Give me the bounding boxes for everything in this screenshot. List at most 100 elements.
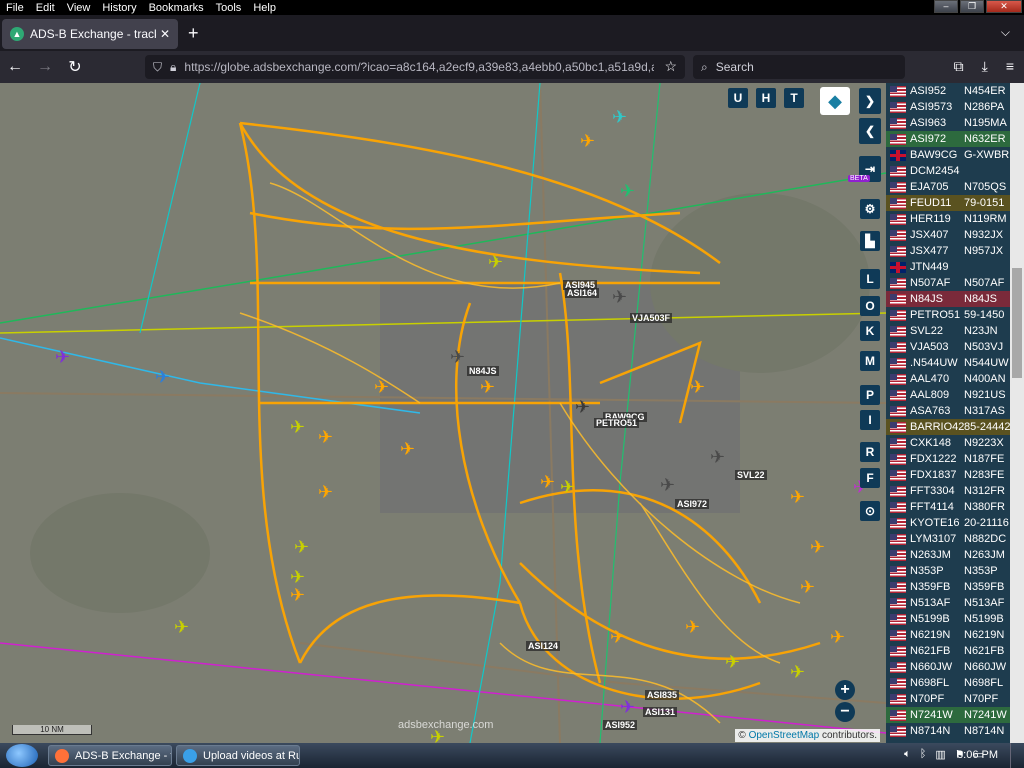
aircraft-row[interactable]: N6219N N6219N xyxy=(886,627,1010,643)
aircraft-row[interactable]: PETRO51 59-1450 xyxy=(886,307,1010,323)
map-button-l[interactable]: L xyxy=(860,269,880,289)
map-button-i[interactable]: I xyxy=(860,410,880,430)
aircraft-row[interactable]: N698FL N698FL xyxy=(886,675,1010,691)
flight-label[interactable]: SVL22 xyxy=(735,470,767,480)
scrollbar-thumb[interactable] xyxy=(1012,268,1022,378)
reload-icon[interactable]: ↻ xyxy=(60,57,90,77)
aircraft-row[interactable]: VJA503 N503VJ xyxy=(886,339,1010,355)
zoom-out-button[interactable]: − xyxy=(835,702,855,722)
aircraft-row[interactable]: N7241W N7241W xyxy=(886,707,1010,723)
downloads-icon[interactable]: ⤓ xyxy=(982,58,988,75)
aircraft-row[interactable]: FEUD11 79-0151 xyxy=(886,195,1010,211)
flight-label[interactable]: ASI164 xyxy=(565,288,600,298)
aircraft-row[interactable]: SVL22 N23JN xyxy=(886,323,1010,339)
forward-icon[interactable]: → xyxy=(30,58,60,76)
browser-tab-active[interactable]: ▲ ADS-B Exchange - track aircraft ✕ xyxy=(2,19,178,49)
expand-sidebar-button[interactable]: ❮ xyxy=(859,118,881,144)
map-button-p[interactable]: P xyxy=(860,385,880,405)
close-button[interactable]: ✕ xyxy=(986,0,1022,13)
aircraft-row[interactable]: FFT3304 N312FR xyxy=(886,483,1010,499)
map-button-t[interactable]: T xyxy=(784,88,804,108)
aircraft-row[interactable]: JSX477 N957JX xyxy=(886,243,1010,259)
aircraft-row[interactable]: N507AF N507AF xyxy=(886,275,1010,291)
bluetooth-icon[interactable]: ᛒ xyxy=(920,748,927,761)
aircraft-row[interactable]: EJA705 N705QS xyxy=(886,179,1010,195)
aircraft-row[interactable]: N263JM N263JM xyxy=(886,547,1010,563)
stats-chart-icon[interactable]: ▙ xyxy=(860,231,880,251)
aircraft-row[interactable]: AAL470 N400AN xyxy=(886,371,1010,387)
url-text[interactable]: https://globe.adsbexchange.com/?icao=a8c… xyxy=(184,60,654,74)
aircraft-row[interactable]: N660JW N660JW xyxy=(886,659,1010,675)
map-button-o[interactable]: O xyxy=(860,296,880,316)
flight-label[interactable]: ASI124 xyxy=(526,641,561,651)
flight-label[interactable]: ASI972 xyxy=(675,499,710,509)
aircraft-row[interactable]: ASI963 N195MA xyxy=(886,115,1010,131)
map-button-h[interactable]: H xyxy=(756,88,776,108)
menu-edit[interactable]: Edit xyxy=(30,2,61,14)
aircraft-row[interactable]: .N544UW N544UW xyxy=(886,355,1010,371)
flight-label[interactable]: VJA503F xyxy=(630,313,673,323)
flight-label[interactable]: ASI952 xyxy=(603,720,638,730)
collapse-sidebar-button[interactable]: ❯ xyxy=(859,88,881,114)
map-view[interactable]: ✈ ✈ ✈ ✈ ✈ ✈ ✈ ✈ ✈ ✈ ✈ ✈ ✈ ✈ ✈ ✈ ✈ ✈ ✈ ✈ … xyxy=(0,83,886,743)
menu-bookmarks[interactable]: Bookmarks xyxy=(143,2,210,14)
clock[interactable]: 8:06 PM xyxy=(957,749,998,761)
aircraft-row[interactable]: LYM3107 N882DC xyxy=(886,531,1010,547)
taskbar-item-firefox[interactable]: ADS-B Exchange - tr... xyxy=(48,745,172,766)
aircraft-row[interactable]: FDX1222 N187FE xyxy=(886,451,1010,467)
new-tab-icon[interactable]: + xyxy=(188,23,199,44)
start-button[interactable] xyxy=(6,744,38,767)
layers-icon[interactable]: ◆ xyxy=(820,87,850,115)
minimize-button[interactable]: – xyxy=(934,0,958,13)
menu-history[interactable]: History xyxy=(96,2,142,14)
menu-tools[interactable]: Tools xyxy=(210,2,248,14)
aircraft-row[interactable]: ASI9573 N286PA xyxy=(886,99,1010,115)
list-all-tabs-icon[interactable]: ⌵ xyxy=(1001,25,1010,40)
flight-label[interactable]: N84JS xyxy=(467,366,499,376)
flight-label[interactable]: PETRO51 xyxy=(594,418,640,428)
aircraft-row[interactable]: DCM2454 xyxy=(886,163,1010,179)
aircraft-row[interactable]: BARRIO42 85-24442 xyxy=(886,419,1010,435)
aircraft-row[interactable]: JSX407 N932JX xyxy=(886,227,1010,243)
map-canvas[interactable]: ✈ ✈ ✈ ✈ ✈ ✈ ✈ ✈ ✈ ✈ ✈ ✈ ✈ ✈ ✈ ✈ ✈ ✈ ✈ ✈ … xyxy=(0,83,886,743)
map-button-k[interactable]: K xyxy=(860,321,880,341)
bookmark-star-icon[interactable]: ☆ xyxy=(664,58,677,75)
aircraft-row[interactable]: FDX1837 N283FE xyxy=(886,467,1010,483)
aircraft-row[interactable]: KYOTE16 20-21116 xyxy=(886,515,1010,531)
aircraft-row[interactable]: N621FB N621FB xyxy=(886,643,1010,659)
aircraft-row[interactable]: JTN449 xyxy=(886,259,1010,275)
restore-button[interactable]: ❐ xyxy=(960,0,984,13)
aircraft-row[interactable]: N5199B N5199B xyxy=(886,611,1010,627)
aircraft-row[interactable]: HER119 N119RM xyxy=(886,211,1010,227)
scrollbar[interactable] xyxy=(1010,83,1024,743)
aircraft-row[interactable]: AAL809 N921US xyxy=(886,387,1010,403)
menu-view[interactable]: View xyxy=(61,2,97,14)
menu-help[interactable]: Help xyxy=(247,2,282,14)
show-desktop-button[interactable] xyxy=(1010,743,1024,768)
hamburger-menu-icon[interactable]: ≡ xyxy=(1006,58,1014,75)
aircraft-row[interactable]: BAW9CG G-XWBR xyxy=(886,147,1010,163)
aircraft-row[interactable]: N8714N N8714N xyxy=(886,723,1010,739)
map-button-u[interactable]: U xyxy=(728,88,748,108)
map-button-f[interactable]: F xyxy=(860,468,880,488)
settings-gear-icon[interactable]: ⚙ xyxy=(860,199,880,219)
lock-icon[interactable]: 🔒︎ xyxy=(170,60,176,75)
aircraft-row[interactable]: FFT4114 N380FR xyxy=(886,499,1010,515)
aircraft-row[interactable]: CXK148 N9223X xyxy=(886,435,1010,451)
back-icon[interactable]: ← xyxy=(0,58,30,76)
aircraft-row[interactable]: N359FB N359FB xyxy=(886,579,1010,595)
tracking-protection-icon[interactable]: ⛉ xyxy=(153,60,162,75)
map-button-r[interactable]: R xyxy=(860,442,880,462)
taskbar-item-browser[interactable]: Upload videos at Ru... xyxy=(176,745,300,766)
network-icon[interactable]: ▥ xyxy=(935,748,945,761)
extensions-icon[interactable]: ⧉ xyxy=(954,58,964,75)
aircraft-row[interactable]: ASI952 N454ER xyxy=(886,83,1010,99)
zoom-in-button[interactable]: + xyxy=(835,680,855,700)
aircraft-row[interactable]: N353P N353P xyxy=(886,563,1010,579)
menu-file[interactable]: File xyxy=(0,2,30,14)
url-bar[interactable]: ⛉ 🔒︎ https://globe.adsbexchange.com/?ica… xyxy=(145,55,685,79)
tab-close-icon[interactable]: ✕ xyxy=(160,27,170,41)
map-button-m[interactable]: M xyxy=(860,351,880,371)
volume-icon[interactable]: 🔈︎ xyxy=(904,748,911,761)
replay-icon[interactable]: ⊙ xyxy=(860,501,880,521)
